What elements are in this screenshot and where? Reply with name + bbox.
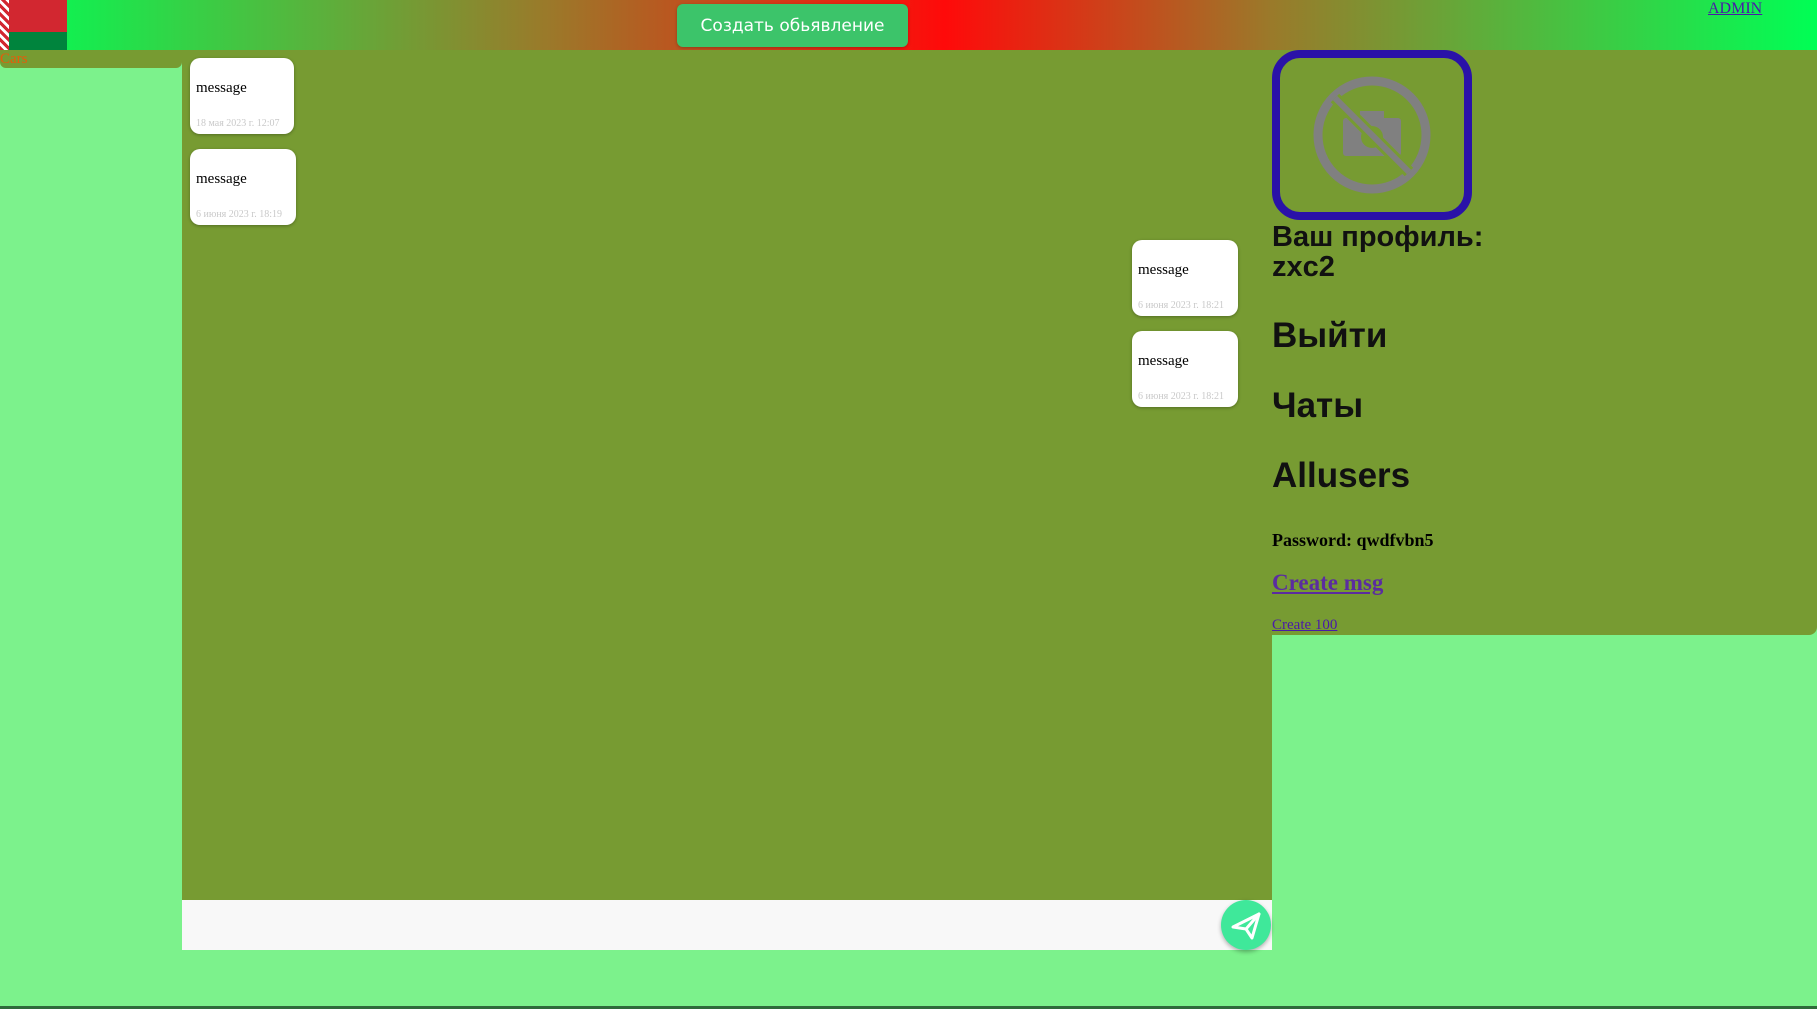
no-photo-icon: [1313, 76, 1431, 194]
send-icon: [1231, 912, 1261, 940]
message-text: message: [1138, 262, 1189, 278]
allusers-link[interactable]: Allusers: [1272, 456, 1410, 496]
create-100-link[interactable]: Create 100: [1272, 617, 1337, 634]
message-input-field[interactable]: [182, 900, 1272, 950]
profile-title-label: Ваш профиль:: [1272, 221, 1484, 253]
message-text: message: [1138, 353, 1189, 369]
send-button[interactable]: [1221, 900, 1271, 950]
create-msg-link[interactable]: Create msg: [1272, 570, 1383, 596]
admin-link[interactable]: ADMIN: [1708, 0, 1762, 18]
logout-link[interactable]: Выйти: [1272, 316, 1387, 356]
create-ad-button[interactable]: Создать обьявление: [677, 4, 908, 47]
message-time: 6 июня 2023 г. 18:21: [1138, 391, 1225, 402]
password-text: Password: qwdfvbn5: [1272, 530, 1434, 550]
sidebar-category-bar: Cars: [0, 50, 182, 68]
avatar: [1272, 50, 1472, 220]
message-text: message: [196, 80, 247, 96]
message-time: 6 июня 2023 г. 18:19: [196, 209, 283, 220]
message-time: 18 мая 2023 г. 12:07: [196, 118, 280, 129]
cars-category-link[interactable]: Cars: [0, 50, 28, 68]
top-header: Создать обьявление ADMIN: [0, 0, 1817, 50]
message-bubble: message 6 июня 2023 г. 18:19: [190, 149, 296, 225]
message-text: message: [196, 171, 247, 187]
profile-heading: Ваш профиль: zxc2: [1272, 222, 1483, 282]
message-bubble: message 6 июня 2023 г. 18:21: [1132, 240, 1238, 316]
profile-username: zxc2: [1272, 251, 1335, 283]
message-time: 6 июня 2023 г. 18:21: [1138, 300, 1225, 311]
chats-link[interactable]: Чаты: [1272, 386, 1363, 426]
chat-messages-panel[interactable]: message 18 мая 2023 г. 12:07 message 6 и…: [182, 50, 1272, 900]
message-bubble: message 18 мая 2023 г. 12:07: [190, 58, 294, 134]
belarus-flag-logo[interactable]: [0, 0, 67, 50]
message-bubble: message 6 июня 2023 г. 18:21: [1132, 331, 1238, 407]
